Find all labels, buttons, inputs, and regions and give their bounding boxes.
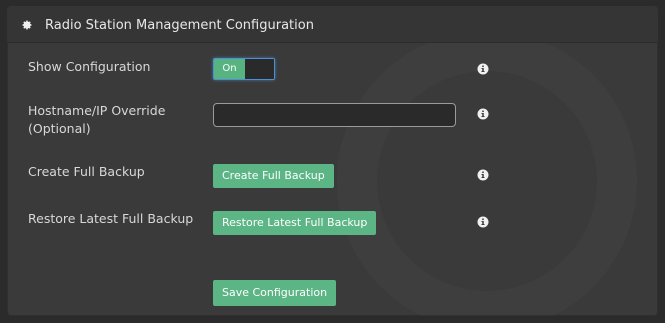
gear-icon (22, 20, 32, 30)
hostname-override-label: Hostname/IP Override (28, 103, 166, 118)
toggle-on-label: On (214, 59, 245, 79)
restore-backup-label: Restore Latest Full Backup (28, 211, 194, 226)
show-configuration-label: Show Configuration (28, 59, 151, 74)
create-backup-label: Create Full Backup (28, 164, 145, 179)
panel-title: Radio Station Management Configuration (45, 18, 314, 33)
hostname-override-optional-label: (Optional) (28, 121, 91, 136)
toggle-off-track (245, 59, 274, 79)
hostname-override-input[interactable] (213, 103, 456, 127)
panel-header: Radio Station Management Configuration (7, 6, 658, 43)
info-icon[interactable] (477, 169, 489, 181)
create-full-backup-button[interactable]: Create Full Backup (213, 164, 334, 188)
save-configuration-button[interactable]: Save Configuration (213, 280, 337, 306)
info-icon[interactable] (477, 108, 489, 120)
restore-latest-full-backup-button[interactable]: Restore Latest Full Backup (213, 211, 377, 235)
info-icon[interactable] (477, 63, 489, 75)
show-configuration-toggle[interactable]: On (213, 58, 275, 80)
configuration-panel: Radio Station Management Configuration S… (7, 6, 658, 316)
info-icon[interactable] (477, 216, 489, 228)
